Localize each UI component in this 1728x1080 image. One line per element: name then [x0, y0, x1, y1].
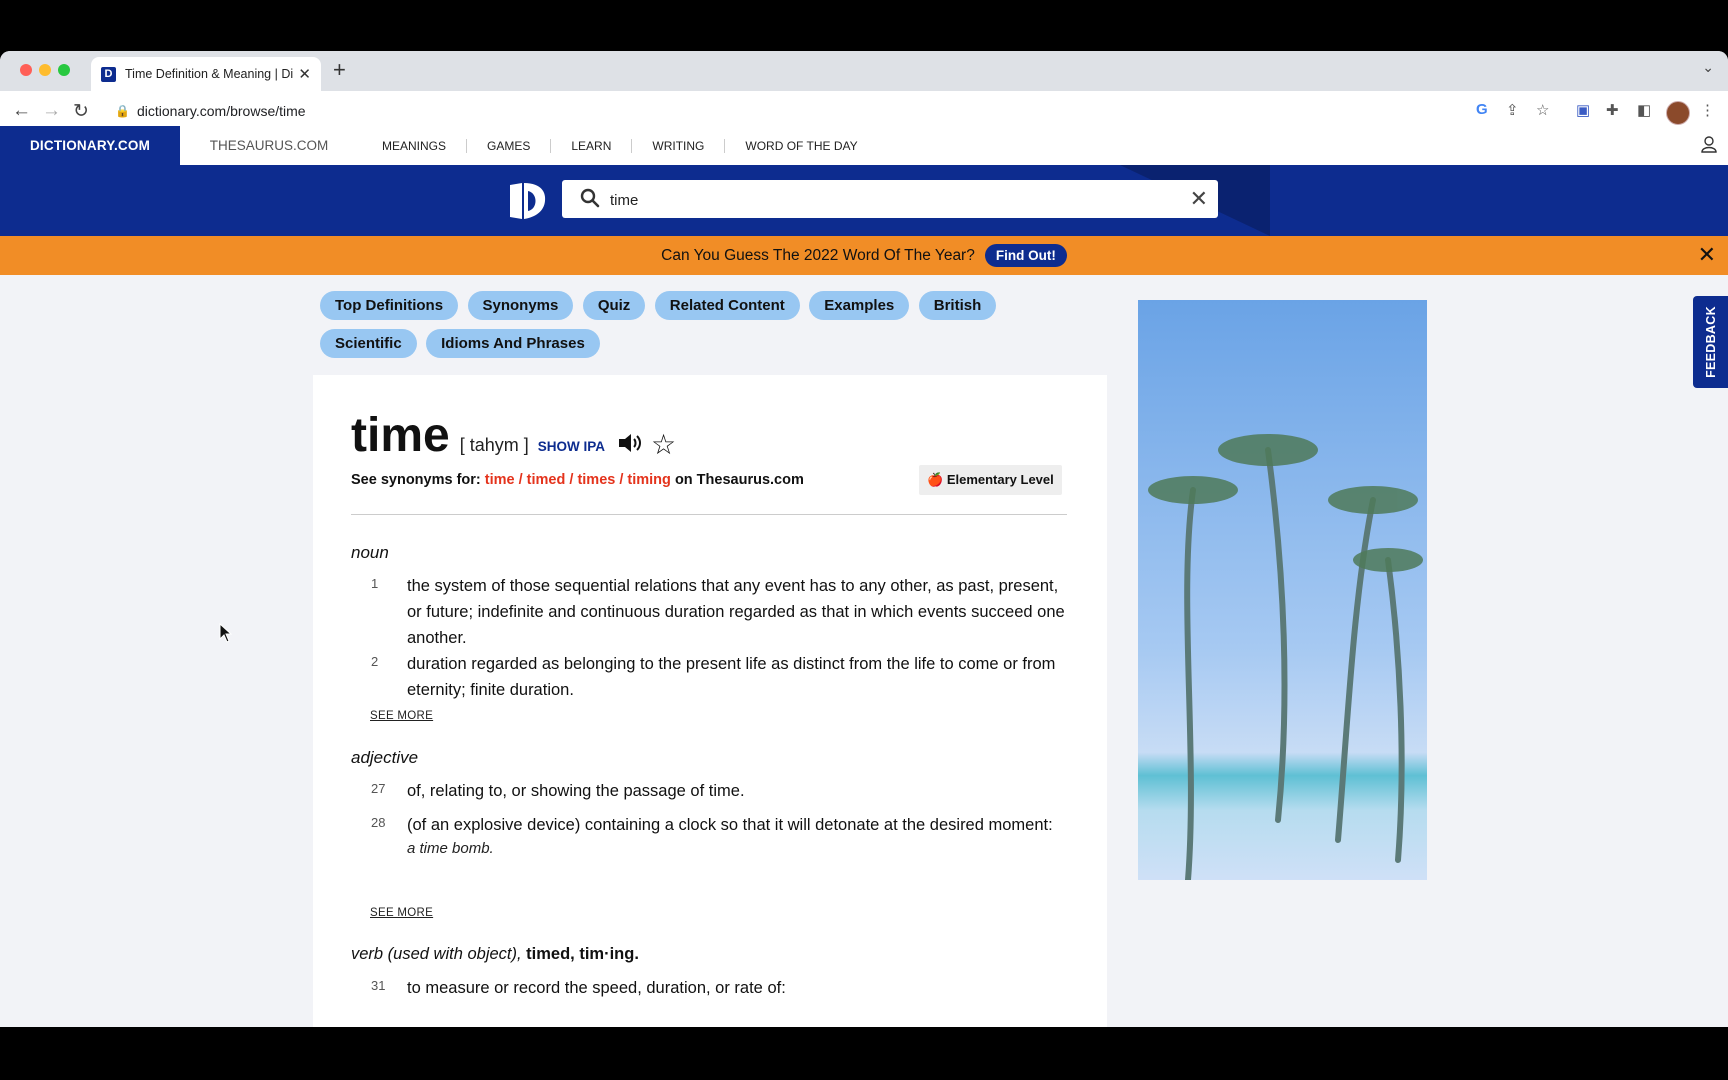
pill-quiz[interactable]: Quiz — [582, 291, 646, 320]
kebab-menu-icon[interactable]: ⋮ — [1700, 101, 1715, 119]
find-out-button[interactable]: Find Out! — [984, 244, 1067, 267]
part-of-speech-adjective: adjective — [351, 748, 419, 767]
apple-icon: 🍎 — [927, 472, 944, 487]
tab-search-chevron-icon[interactable]: ⌄ — [1702, 59, 1714, 76]
nav-link-learn[interactable]: LEARN — [551, 138, 633, 153]
definition-number: 27 — [371, 781, 386, 796]
definition-item: 1 the system of those sequential relatio… — [351, 573, 1071, 651]
lock-icon: 🔒 — [115, 104, 130, 118]
synonyms-links[interactable]: time / timed / times / timing — [485, 472, 671, 488]
dictionary-favicon-icon: D — [101, 66, 116, 82]
promo-banner: Can You Guess The 2022 Word Of The Year?… — [0, 236, 1728, 275]
pronunciation: [ tahym ] — [459, 435, 529, 455]
close-promo-icon[interactable]: ✕ — [1698, 242, 1716, 268]
google-icon[interactable]: G — [1476, 101, 1488, 118]
synonyms-line: See synonyms for: time / timed / times /… — [351, 472, 804, 488]
search-box: ✕ — [562, 180, 1218, 220]
pill-idioms-and-phrases[interactable]: Idioms And Phrases — [426, 329, 600, 358]
bookmark-star-icon[interactable]: ☆ — [1536, 101, 1549, 119]
headword: time — [351, 409, 450, 462]
definition-number: 1 — [371, 576, 379, 591]
tab-strip: D Time Definition & Meaning | Dictionary… — [0, 51, 1728, 91]
browser-tab[interactable]: D Time Definition & Meaning | Dictionary… — [91, 57, 321, 91]
synonyms-suffix: on Thesaurus.com — [674, 472, 804, 488]
pill-synonyms[interactable]: Synonyms — [467, 291, 574, 320]
pill-top-definitions[interactable]: Top Definitions — [320, 291, 459, 320]
reload-icon[interactable]: ↻ — [73, 100, 89, 123]
see-more-noun-link[interactable]: SEE MORE — [370, 710, 433, 722]
level-badge[interactable]: 🍎 Elementary Level — [919, 465, 1062, 495]
dictionary-logo-icon[interactable] — [508, 181, 546, 221]
entry-card: time [ tahym ] SHOW IPA ☆ See synonyms f… — [313, 375, 1107, 1027]
clear-search-icon[interactable]: ✕ — [1190, 186, 1208, 212]
thesaurus-link[interactable]: THESAURUS.COM — [180, 126, 358, 165]
nav-link-writing[interactable]: WRITING — [632, 138, 726, 153]
pill-british[interactable]: British — [918, 291, 997, 320]
definition-item: 2 duration regarded as belonging to the … — [351, 651, 1071, 703]
definition-text: of, relating to, or showing the passage … — [407, 782, 745, 800]
forward-arrow-icon[interactable]: → — [42, 100, 61, 122]
definition-text: to measure or record the speed, duration… — [407, 979, 786, 997]
verb-forms: timed, tim·ing. — [526, 945, 639, 963]
close-window-button[interactable] — [20, 64, 32, 76]
share-icon[interactable]: ⇪ — [1506, 101, 1519, 119]
show-ipa-button[interactable]: SHOW IPA — [538, 439, 605, 454]
definition-item: 28 (of an explosive device) containing a… — [351, 812, 1071, 857]
verb-label: verb (used with object), — [351, 945, 522, 963]
nav-links: MEANINGS GAMES LEARN WRITING WORD OF THE… — [362, 126, 878, 165]
definition-example: a time bomb. — [407, 840, 494, 857]
minimize-window-button[interactable] — [39, 64, 51, 76]
nav-link-games[interactable]: GAMES — [467, 138, 552, 153]
pill-related-content[interactable]: Related Content — [654, 291, 800, 320]
maximize-window-button[interactable] — [58, 64, 70, 76]
profile-avatar[interactable] — [1666, 101, 1690, 125]
level-label: Elementary Level — [946, 472, 1054, 487]
nav-link-meanings[interactable]: MEANINGS — [362, 138, 468, 153]
dictionary-brand-link[interactable]: DICTIONARY.COM — [0, 126, 180, 165]
pill-examples[interactable]: Examples — [809, 291, 910, 320]
side-panel-icon[interactable]: ◧ — [1637, 101, 1651, 119]
headword-row: time [ tahym ] SHOW IPA ☆ — [351, 408, 676, 463]
mouse-cursor-icon — [219, 623, 233, 643]
promo-text: Can You Guess The 2022 Word Of The Year? — [661, 246, 975, 264]
definition-number: 2 — [371, 654, 379, 669]
pill-scientific[interactable]: Scientific — [320, 329, 417, 358]
search-band: ✕ — [0, 165, 1728, 236]
definition-number: 28 — [371, 815, 386, 830]
nav-link-word-of-the-day[interactable]: WORD OF THE DAY — [725, 139, 877, 153]
puzzle-extensions-icon[interactable]: ✚ — [1606, 101, 1619, 119]
speaker-icon[interactable] — [617, 431, 643, 455]
part-of-speech-noun: noun — [351, 543, 389, 562]
search-icon[interactable] — [580, 188, 600, 208]
tab-title: Time Definition & Meaning | Dictionary.c… — [125, 67, 293, 81]
close-tab-icon[interactable]: ✕ — [298, 65, 311, 83]
see-more-adjective-link[interactable]: SEE MORE — [370, 907, 433, 919]
search-input[interactable] — [608, 180, 1172, 220]
feedback-button[interactable]: FEEDBACK — [1693, 296, 1728, 388]
browser-window: D Time Definition & Meaning | Dictionary… — [0, 51, 1728, 1027]
divider — [351, 514, 1067, 515]
definition-text: the system of those sequential relations… — [407, 577, 1065, 647]
site-nav: DICTIONARY.COM THESAURUS.COM MEANINGS GA… — [0, 126, 1728, 165]
extension-icon[interactable]: ▣ — [1576, 101, 1590, 119]
favorite-star-icon[interactable]: ☆ — [651, 428, 676, 461]
advertisement-image[interactable] — [1138, 300, 1427, 880]
new-tab-icon[interactable]: + — [333, 57, 346, 83]
definition-text: (of an explosive device) containing a cl… — [407, 816, 1053, 834]
definition-text: duration regarded as belonging to the pr… — [407, 655, 1056, 699]
feedback-label: FEEDBACK — [1703, 306, 1718, 378]
address-bar[interactable]: dictionary.com/browse/time — [137, 103, 306, 119]
definition-item: 31 to measure or record the speed, durat… — [351, 975, 1071, 1001]
section-pills: Top Definitions Synonyms Quiz Related Co… — [320, 291, 1020, 367]
definition-item: 27 of, relating to, or showing the passa… — [351, 778, 1071, 804]
user-account-icon[interactable] — [1700, 135, 1718, 153]
synonyms-prefix: See synonyms for: — [351, 472, 481, 488]
back-arrow-icon[interactable]: ← — [12, 100, 31, 122]
part-of-speech-verb: verb (used with object), timed, tim·ing. — [351, 945, 639, 964]
definition-number: 31 — [371, 978, 386, 993]
